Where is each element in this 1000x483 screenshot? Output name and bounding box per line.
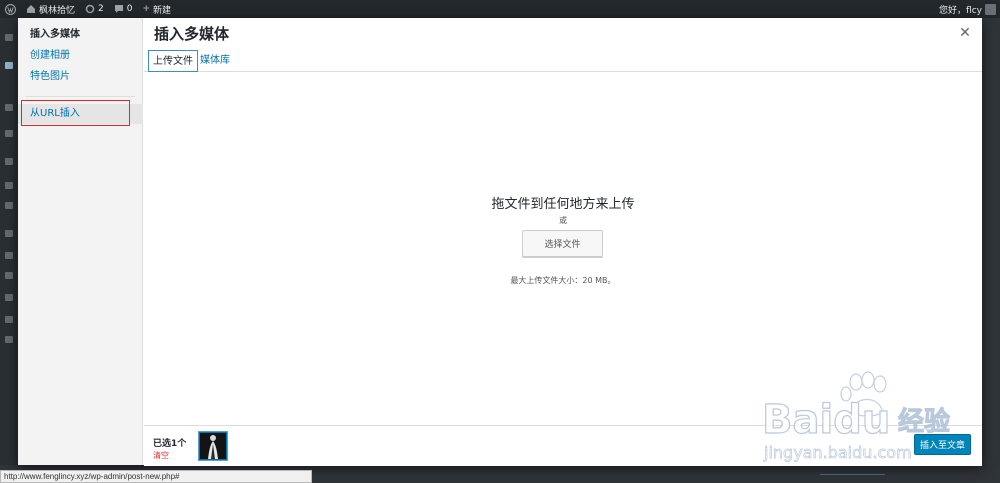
selected-attachment-thumbnail[interactable] (199, 432, 227, 460)
admin-content-background (982, 18, 1000, 483)
settings-icon (5, 316, 13, 323)
wordpress-logo-icon[interactable] (0, 0, 21, 18)
dashboard-icon (5, 34, 13, 41)
admin-bar: 枫林拾忆 2 0 + 新建 您好，flcy (0, 0, 1000, 18)
comments-link[interactable]: 0 (109, 0, 138, 18)
comment-icon (114, 5, 123, 13)
collapse-icon (5, 336, 13, 343)
comments-count: 0 (126, 4, 133, 14)
plus-icon: + (142, 4, 151, 14)
new-label: 新建 (153, 5, 172, 16)
media-modal: 插入多媒体 创建相册 特色图片 从URL插入 插入多媒体 ✕ 上传文件 媒体库 … (18, 18, 982, 466)
upload-instructions: 拖文件到任何地方来上传 (491, 197, 635, 212)
comments-icon (5, 202, 13, 209)
media-icon (5, 158, 13, 165)
appearance-icon (5, 230, 13, 237)
upload-or-text: 或 (559, 216, 567, 225)
menu-item-featured-image[interactable]: 特色图片 (18, 67, 143, 87)
selection-count: 已选1个 (153, 439, 187, 449)
tab-upload-files[interactable]: 上传文件 (148, 50, 198, 72)
media-toolbar: 已选1个 清空 插入至文章 (144, 425, 982, 466)
site-name: 枫林拾忆 (39, 5, 76, 16)
users-icon (5, 272, 13, 279)
menu-item-icon (5, 104, 13, 111)
insert-into-post-button[interactable]: 插入至文章 (914, 434, 971, 455)
home-icon (27, 5, 35, 13)
site-name-link[interactable]: 枫林拾忆 (21, 0, 80, 18)
menu-item-insert-from-url[interactable]: 从URL插入 (18, 104, 143, 124)
admin-sidebar-background (0, 18, 18, 483)
tools-icon (5, 294, 13, 301)
updates-link[interactable]: 2 (80, 0, 109, 18)
menu-item-create-gallery[interactable]: 创建相册 (18, 46, 143, 66)
tab-media-library[interactable]: 媒体库 (196, 50, 234, 71)
pages-icon (5, 182, 13, 189)
greeting: 您好，flcy (939, 5, 982, 16)
plugins-icon (5, 252, 13, 259)
menu-item-icon (5, 130, 13, 137)
media-menu: 插入多媒体 创建相册 特色图片 从URL插入 (18, 18, 143, 465)
posts-icon (5, 62, 13, 69)
account-menu[interactable]: 您好，flcy (934, 0, 1000, 18)
menu-item-insert-media[interactable]: 插入多媒体 (18, 25, 143, 45)
refresh-icon (85, 4, 95, 14)
select-files-button[interactable]: 选择文件 (522, 230, 603, 257)
avatar (985, 3, 996, 15)
background-link (820, 466, 885, 475)
menu-separator (26, 96, 135, 97)
new-content-link[interactable]: + 新建 (137, 0, 176, 18)
close-icon[interactable]: ✕ (958, 25, 972, 41)
router-tabs: 上传文件 媒体库 (144, 49, 982, 72)
browser-status-url: http://www.fenglincy.xyz/wp-admin/post-n… (0, 470, 312, 483)
clear-selection-link[interactable]: 清空 (153, 450, 169, 461)
modal-title: 插入多媒体 (154, 25, 230, 43)
updates-count: 2 (98, 4, 104, 14)
max-upload-size: 最大上传文件大小：20 MB。 (510, 276, 616, 285)
